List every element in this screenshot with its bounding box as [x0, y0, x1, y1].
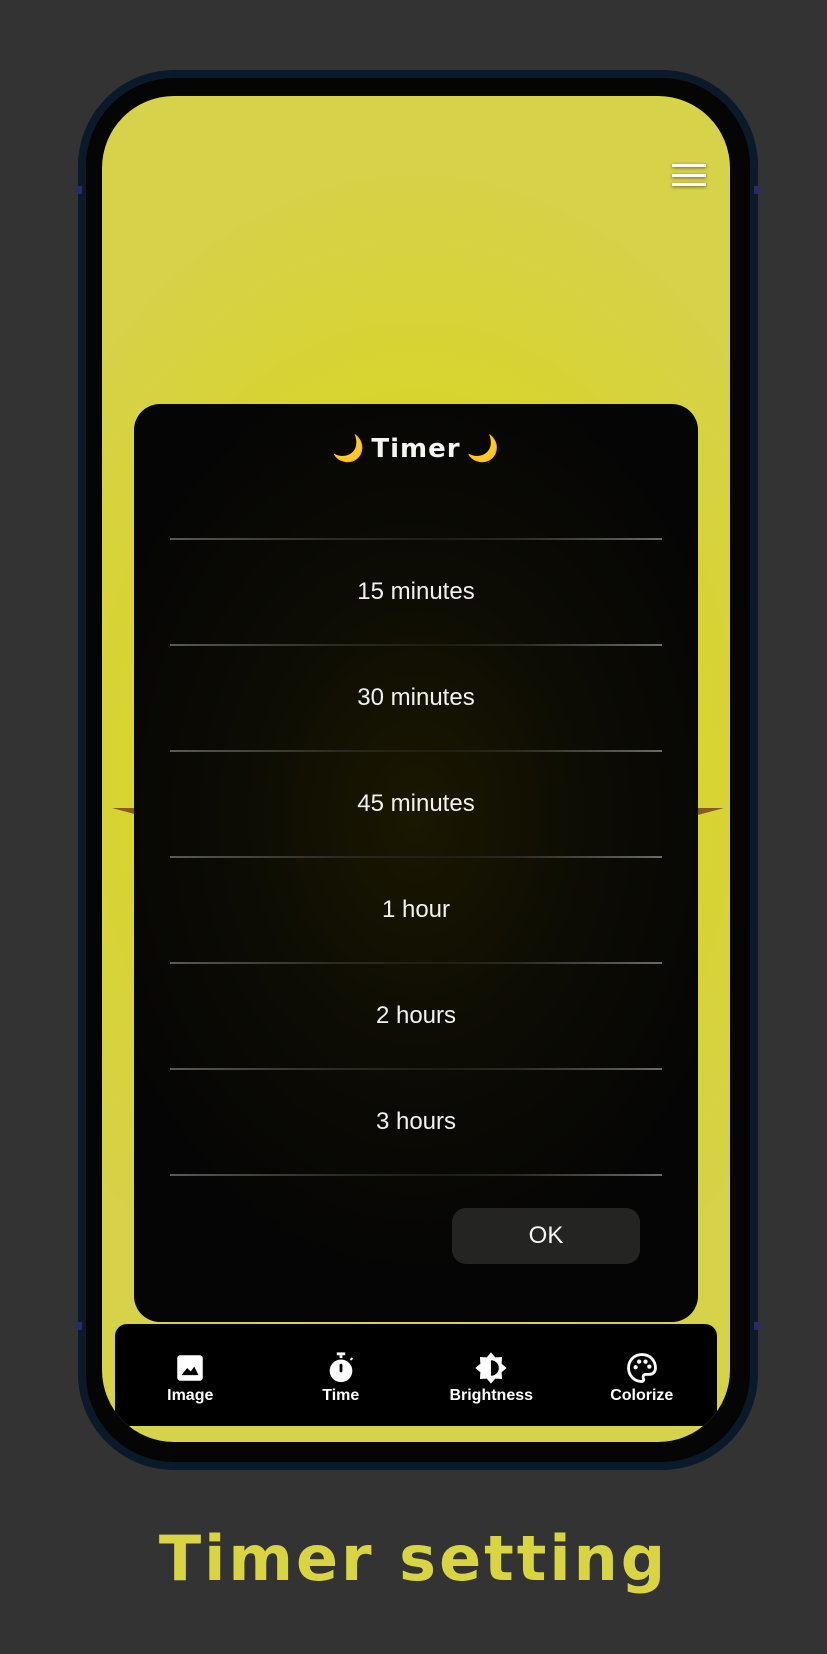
timer-option-1-hour[interactable]: 1 hour	[170, 858, 662, 962]
phone-frame: 🌙 Timer 🌙 15 minutes 30 minutes 45 minutes…	[76, 70, 760, 1470]
dialog-title: 🌙 Timer 🌙	[134, 434, 698, 464]
timer-dialog: 🌙 Timer 🌙 15 minutes 30 minutes 45 minutes…	[134, 404, 698, 1322]
image-icon	[177, 1355, 203, 1381]
bottom-nav: Image Time Brightness Colorize	[115, 1324, 717, 1426]
app-screen: 🌙 Timer 🌙 15 minutes 30 minutes 45 minutes…	[102, 96, 730, 1442]
crescent-moon-icon: 🌙	[466, 434, 500, 464]
timer-option-2-hours[interactable]: 2 hours	[170, 964, 662, 1068]
timer-option-30-minutes[interactable]: 30 minutes	[170, 646, 662, 750]
side-button	[76, 186, 82, 194]
nav-item-brightness[interactable]: Brightness	[416, 1324, 567, 1426]
ok-button[interactable]: OK	[452, 1208, 640, 1264]
nav-label: Brightness	[449, 1387, 534, 1404]
timer-option-15-minutes[interactable]: 15 minutes	[170, 540, 662, 644]
nav-label: Image	[167, 1387, 214, 1404]
timer-option-3-hours[interactable]: 3 hours	[170, 1070, 662, 1174]
brightness-icon	[475, 1352, 507, 1384]
side-button	[754, 186, 760, 194]
nav-item-time[interactable]: Time	[266, 1324, 417, 1426]
timer-option-45-minutes[interactable]: 45 minutes	[170, 752, 662, 856]
timer-options-list: 15 minutes 30 minutes 45 minutes 1 hour …	[170, 538, 662, 1176]
side-button	[76, 1322, 82, 1330]
nav-item-colorize[interactable]: Colorize	[567, 1324, 718, 1426]
stopwatch-icon	[329, 1352, 353, 1383]
hamburger-menu-icon[interactable]	[672, 162, 706, 188]
caption-title: Timer setting	[158, 1522, 669, 1595]
divider	[170, 1174, 662, 1176]
palette-icon	[626, 1353, 657, 1383]
nav-label: Time	[322, 1387, 360, 1404]
crescent-moon-icon: 🌙	[332, 434, 366, 464]
ornament-right	[694, 808, 724, 830]
dialog-title-text: Timer	[371, 434, 461, 464]
side-button	[754, 1322, 760, 1330]
nav-label: Colorize	[610, 1387, 674, 1404]
nav-item-image[interactable]: Image	[115, 1324, 266, 1426]
